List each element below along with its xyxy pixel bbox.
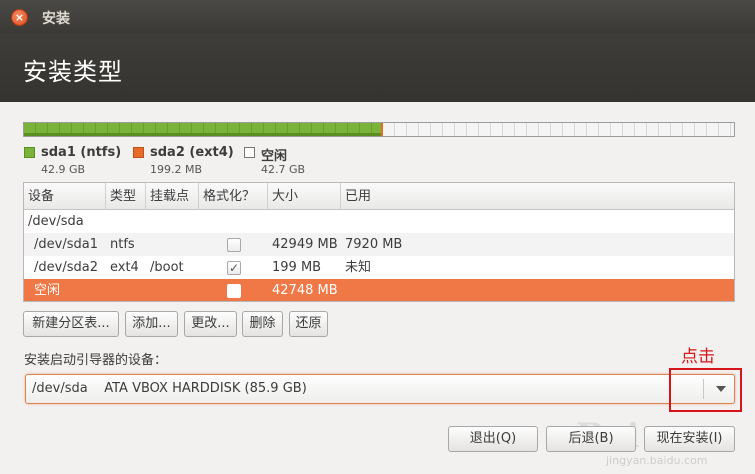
bootloader-device: /dev/sda (32, 381, 88, 396)
cell-type: ext4 (110, 260, 139, 275)
table-row-selected[interactable]: 空闲 42748 MB (24, 279, 734, 301)
watermark-url: jingyan.baidu.com (606, 454, 708, 467)
table-row[interactable]: /dev/sda1 ntfs 42949 MB 7920 MB (24, 233, 734, 256)
legend-size: 42.9 GB (41, 163, 86, 176)
cell-used: 未知 (345, 260, 372, 275)
bootloader-device-select[interactable]: /dev/sda ATA VBOX HARDDISK (85.9 GB) (25, 374, 735, 404)
column-header-mount[interactable]: 挂载点 (146, 183, 199, 210)
cell-size: 42748 MB (272, 283, 338, 298)
revert-button[interactable]: 还原 (289, 311, 328, 337)
legend-size: 199.2 MB (150, 163, 203, 176)
window-titlebar: × 安装 (0, 0, 755, 34)
table-header: 设备 类型 挂载点 格式化？ 大小 已用 (24, 183, 734, 210)
legend-size: 42.7 GB (261, 163, 306, 176)
legend-swatch-free (244, 147, 255, 158)
legend-swatch-sda2 (133, 147, 144, 158)
change-partition-button[interactable]: 更改... (184, 311, 237, 337)
column-header-used[interactable]: 已用 (341, 183, 734, 210)
column-header-size[interactable]: 大小 (268, 183, 341, 210)
format-checkbox[interactable] (227, 284, 241, 298)
bootloader-label: 安装启动引导器的设备： (24, 353, 168, 368)
legend-name: sda1 (ntfs) (41, 145, 122, 160)
delete-partition-button[interactable]: 删除 (242, 311, 283, 337)
cell-type: ntfs (110, 237, 135, 252)
window-title: 安装 (42, 11, 70, 27)
close-icon[interactable]: × (11, 9, 28, 26)
table-row[interactable]: /dev/sda2 ext4 /boot ✓ 199 MB 未知 (24, 256, 734, 279)
format-checkbox[interactable] (227, 238, 241, 252)
cell-used: 7920 MB (345, 237, 403, 252)
quit-button[interactable]: 退出(Q) (448, 426, 538, 452)
partition-bar-sda1 (24, 123, 381, 136)
partition-bar (23, 122, 735, 137)
bootloader-device-description: ATA VBOX HARDDISK (85.9 GB) (104, 381, 307, 396)
column-header-device[interactable]: 设备 (24, 183, 106, 210)
page-title: 安装类型 (23, 58, 123, 86)
bootloader-device-value: /dev/sda ATA VBOX HARDDISK (85.9 GB) (32, 375, 307, 403)
add-partition-button[interactable]: 添加... (125, 311, 178, 337)
install-now-button[interactable]: 现在安装(I) (644, 426, 735, 452)
cell-device: /dev/sda2 (34, 260, 98, 275)
cell-size: 42949 MB (272, 237, 338, 252)
annotation-text: 点击 (681, 347, 715, 367)
legend-name: 空闲 (261, 149, 288, 164)
column-header-format[interactable]: 格式化？ (199, 183, 268, 210)
legend-swatch-sda1 (24, 147, 35, 158)
main-content: sda1 (ntfs) 42.9 GB sda2 (ext4) 199.2 MB… (0, 102, 755, 474)
new-partition-table-button[interactable]: 新建分区表... (23, 311, 119, 337)
column-header-type[interactable]: 类型 (106, 183, 146, 210)
annotation-highlight-box (669, 368, 742, 412)
cell-device: /dev/sda (28, 214, 84, 229)
partition-table: 设备 类型 挂载点 格式化？ 大小 已用 /dev/sda /dev/sda1 … (23, 182, 735, 302)
cell-device: 空闲 (34, 283, 61, 298)
legend-name: sda2 (ext4) (150, 145, 234, 160)
cell-mount: /boot (150, 260, 184, 275)
partition-bar-free (383, 123, 734, 136)
page-header: 安装类型 (0, 34, 755, 102)
table-row[interactable]: /dev/sda (24, 210, 734, 233)
cell-device: /dev/sda1 (34, 237, 98, 252)
format-checkbox-checked[interactable]: ✓ (227, 261, 241, 275)
cell-size: 199 MB (272, 260, 322, 275)
back-button[interactable]: 后退(B) (546, 426, 636, 452)
